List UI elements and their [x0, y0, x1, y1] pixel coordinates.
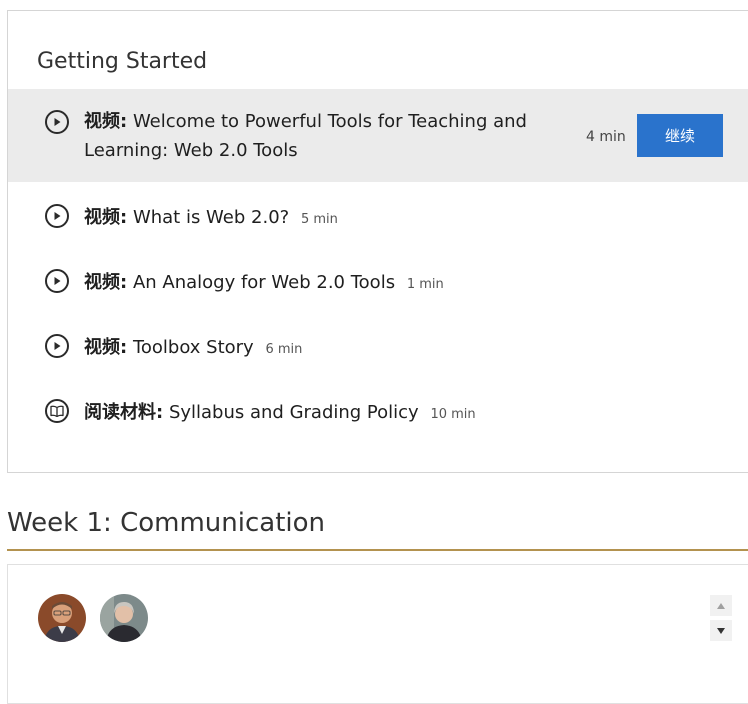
section-divider	[7, 549, 748, 551]
section-title: Getting Started	[37, 49, 208, 74]
lesson-duration: 5 min	[300, 212, 338, 227]
lesson-title[interactable]: 视频: Toolbox Story 6 min	[84, 333, 302, 364]
lesson-type-label: 视频:	[84, 207, 128, 228]
book-icon	[45, 399, 69, 423]
lesson-title[interactable]: 阅读材料: Syllabus and Grading Policy 10 min	[84, 398, 476, 429]
scroll-up-icon[interactable]	[710, 595, 732, 616]
scrollbar[interactable]	[710, 595, 732, 641]
week-title: Week 1: Communication	[7, 508, 325, 538]
lesson-item[interactable]: 视频: What is Web 2.0? 5 min	[8, 198, 748, 238]
lesson-item[interactable]: 阅读材料: Syllabus and Grading Policy 10 min	[8, 393, 748, 433]
lesson-name: What is Web 2.0?	[132, 207, 290, 228]
play-icon	[45, 334, 69, 358]
lesson-name: Syllabus and Grading Policy	[168, 402, 419, 423]
lesson-type-label: 视频:	[84, 337, 128, 358]
instructor-avatar-1[interactable]	[38, 594, 86, 642]
lesson-name: Welcome to Powerful Tools for Teaching a…	[84, 111, 527, 161]
lesson-item[interactable]: 视频: Toolbox Story 6 min	[8, 328, 748, 368]
lesson-type-label: 视频:	[84, 272, 128, 293]
instructors-panel	[7, 564, 748, 704]
lesson-duration: 6 min	[265, 342, 303, 357]
lesson-item[interactable]: 视频: An Analogy for Web 2.0 Tools 1 min	[8, 263, 748, 303]
lesson-name: Toolbox Story	[132, 337, 254, 358]
lesson-title[interactable]: 视频: What is Web 2.0? 5 min	[84, 203, 338, 234]
instructor-avatar-2[interactable]	[100, 594, 148, 642]
lesson-type-label: 阅读材料:	[84, 402, 164, 423]
lesson-duration: 1 min	[406, 277, 444, 292]
play-icon	[45, 110, 69, 134]
lesson-type-label: 视频:	[84, 111, 128, 132]
scroll-down-icon[interactable]	[710, 620, 732, 641]
lesson-title[interactable]: 视频: An Analogy for Web 2.0 Tools 1 min	[84, 268, 444, 299]
play-icon	[45, 204, 69, 228]
continue-button[interactable]: 继续	[637, 114, 723, 157]
lesson-name: An Analogy for Web 2.0 Tools	[132, 272, 396, 293]
lesson-duration: 4 min	[586, 129, 626, 145]
play-icon	[45, 269, 69, 293]
lesson-duration: 10 min	[430, 407, 476, 422]
lesson-item-active[interactable]: 视频: Welcome to Powerful Tools for Teachi…	[8, 89, 748, 182]
getting-started-card: Getting Started 视频: Welcome to Powerful …	[7, 10, 748, 473]
lesson-title[interactable]: 视频: Welcome to Powerful Tools for Teachi…	[84, 107, 554, 165]
